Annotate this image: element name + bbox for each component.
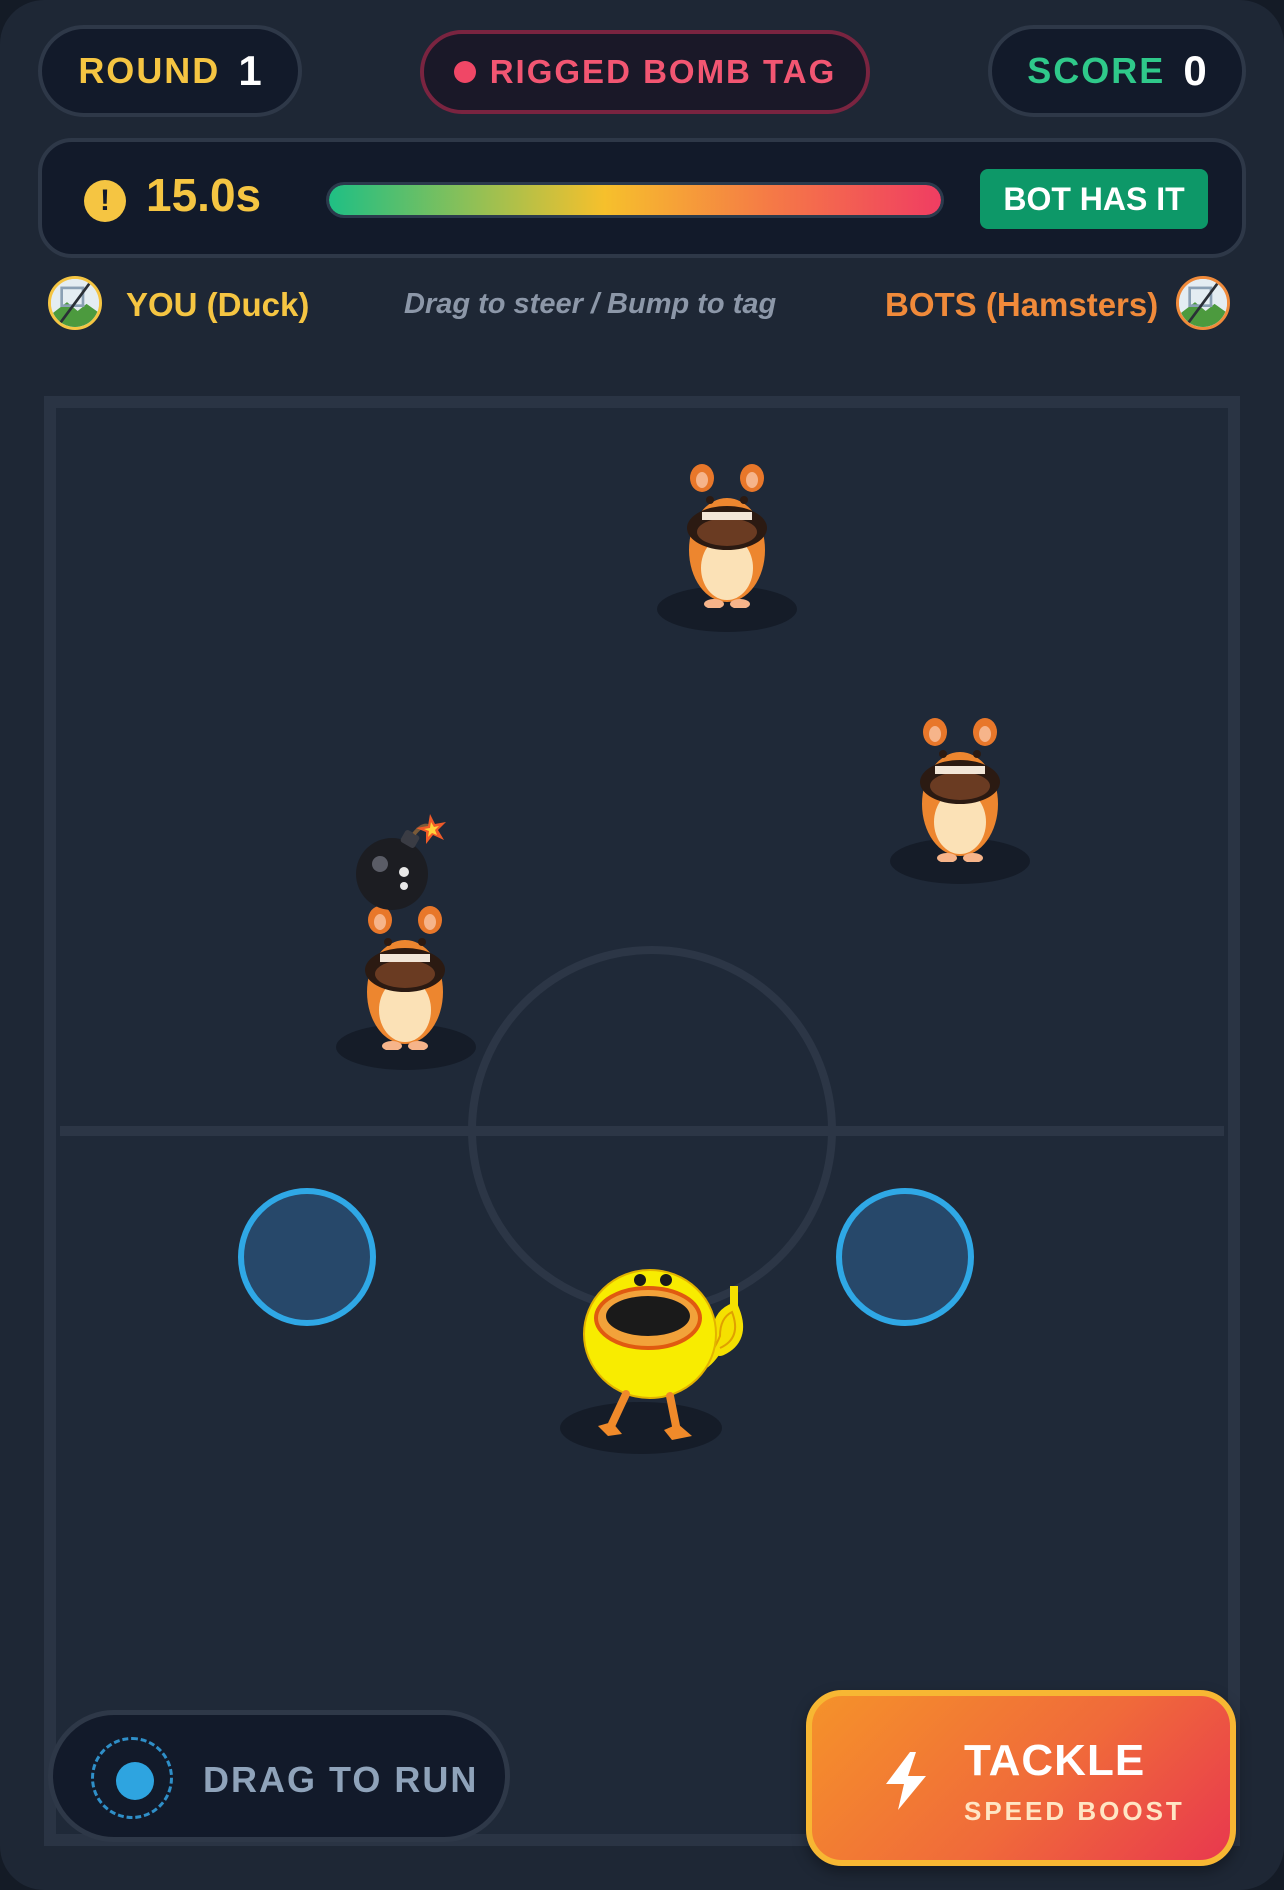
speed-boost-label: SPEED BOOST bbox=[964, 1796, 1185, 1826]
you-label: YOU (Duck) bbox=[126, 286, 310, 323]
control-hint: Drag to steer / Bump to tag bbox=[404, 288, 777, 320]
tackle-button[interactable]: TACKLE SPEED BOOST bbox=[806, 1690, 1236, 1866]
duck-avatar bbox=[48, 276, 102, 330]
player-row: YOU (Duck) Drag to steer / Bump to tag B… bbox=[0, 276, 1284, 336]
tackle-label: TACKLE bbox=[964, 1736, 1146, 1785]
joystick-thumb[interactable] bbox=[116, 1762, 154, 1800]
score-label: SCORE bbox=[1027, 50, 1166, 91]
game-screen: ROUND 1 RIGGED BOMB TAG SCORE 0 ! 15.0s … bbox=[0, 0, 1284, 1890]
hamster-character bbox=[920, 718, 1000, 862]
timer-progress-bar bbox=[326, 182, 944, 218]
timer-progress-fill bbox=[329, 185, 941, 215]
score-indicator: SCORE 0 bbox=[988, 25, 1246, 117]
mode-label: RIGGED BOMB TAG bbox=[489, 53, 837, 90]
safe-zone-right bbox=[836, 1188, 974, 1326]
joystick-ring[interactable] bbox=[91, 1737, 173, 1819]
score-value: 0 bbox=[1183, 47, 1207, 94]
drag-label: DRAG TO RUN bbox=[203, 1759, 479, 1800]
round-label: ROUND bbox=[78, 50, 221, 91]
drag-joystick[interactable]: DRAG TO RUN bbox=[48, 1710, 510, 1842]
mode-badge: RIGGED BOMB TAG bbox=[420, 30, 870, 114]
bolt-icon bbox=[886, 1752, 926, 1810]
timer-value: 15.0s bbox=[146, 169, 262, 221]
warning-icon: ! bbox=[84, 180, 126, 222]
hamster-character bbox=[687, 464, 767, 608]
broken-image-icon bbox=[1179, 279, 1227, 327]
duck-character[interactable] bbox=[570, 1258, 750, 1448]
hamster-character bbox=[365, 906, 445, 1050]
hamster-avatar bbox=[1176, 276, 1230, 330]
timer-panel: ! 15.0s BOT HAS IT bbox=[38, 138, 1246, 258]
bomb-status-badge: BOT HAS IT bbox=[980, 169, 1208, 229]
live-dot-icon bbox=[453, 61, 476, 83]
bots-label: BOTS (Hamsters) bbox=[885, 286, 1159, 323]
broken-image-icon bbox=[51, 279, 99, 327]
safe-zone-left bbox=[238, 1188, 376, 1326]
arena[interactable] bbox=[44, 396, 1240, 1846]
round-indicator: ROUND 1 bbox=[38, 25, 302, 117]
bomb-icon bbox=[356, 814, 446, 910]
round-value: 1 bbox=[238, 47, 262, 94]
